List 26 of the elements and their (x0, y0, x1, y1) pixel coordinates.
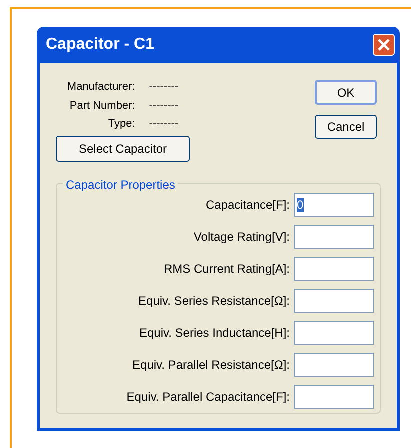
input-field[interactable] (294, 224, 374, 248)
info-label: Manufacturer: (66, 80, 136, 95)
info-value: -------- (149, 117, 180, 132)
input-field[interactable] (294, 384, 374, 408)
info-label: Type: (107, 117, 136, 132)
field-label: Equiv. Series Inductance[H]: (139, 324, 290, 342)
input-field[interactable] (294, 320, 374, 344)
dialog-button[interactable]: OK (315, 80, 377, 105)
info-value: -------- (149, 98, 180, 114)
field-label: Voltage Rating[V]: (194, 228, 290, 246)
field-label: RMS Current Rating[A]: (164, 260, 290, 278)
input-field[interactable]: 0 (294, 192, 374, 216)
select-capacitor-button[interactable]: Select Capacitor (56, 136, 190, 162)
info-value: -------- (149, 80, 180, 95)
input-field[interactable] (294, 256, 374, 280)
field-label: Capacitance[F]: (206, 196, 290, 214)
close-button[interactable] (373, 34, 395, 56)
window-title: Capacitor - C1 (46, 35, 154, 55)
field-label: Equiv. Parallel Resistance[Ω]: (132, 356, 290, 374)
close-icon (378, 39, 390, 51)
dialog-button[interactable]: Cancel (315, 115, 377, 139)
input-field[interactable] (294, 288, 374, 312)
input-field[interactable] (294, 352, 374, 376)
info-label: Part Number: (68, 98, 136, 114)
field-label: Equiv. Series Resistance[Ω]: (138, 292, 290, 310)
field-label: Equiv. Parallel Capacitance[F]: (126, 388, 290, 406)
